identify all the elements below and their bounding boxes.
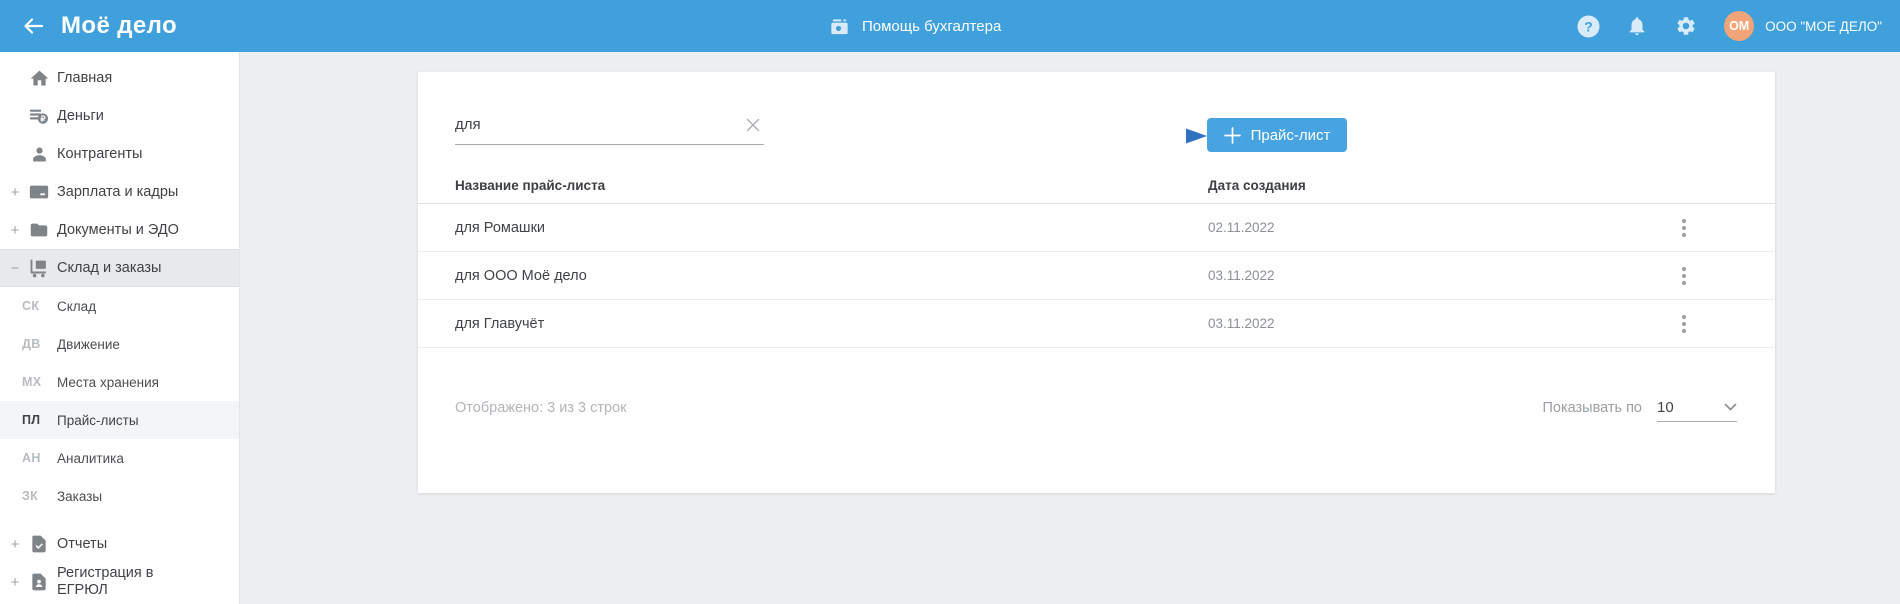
sidebar-item-documents[interactable]: + Документы и ЭДО	[0, 211, 239, 249]
collapse-minus-icon[interactable]: −	[7, 260, 23, 277]
sidebar-subitem-orders[interactable]: ЗК Заказы	[0, 477, 239, 515]
cashbox-icon	[828, 15, 851, 38]
per-page-label: Показывать по	[1542, 400, 1642, 416]
svg-text:₽: ₽	[40, 115, 45, 124]
expand-plus-icon[interactable]: +	[7, 536, 23, 553]
header-right: ? ОМ ООО "МОЕ ДЕЛО"	[1576, 0, 1882, 52]
table-body: для Ромашки 02.11.2022 для ООО Моё дело …	[418, 204, 1775, 348]
per-page-control: Показывать по 10	[1542, 395, 1737, 422]
sidebar-subitem-mesta[interactable]: МХ Места хранения	[0, 363, 239, 401]
sidebar-item-warehouse[interactable]: − Склад и заказы	[0, 249, 239, 287]
column-date-header: Дата создания	[1208, 177, 1306, 193]
registration-icon	[27, 570, 51, 594]
row-actions-menu-icon[interactable]	[1675, 217, 1693, 239]
salary-icon	[27, 180, 51, 204]
company-name[interactable]: ООО "МОЕ ДЕЛО"	[1765, 19, 1882, 34]
column-name-header: Название прайс-листа	[455, 177, 606, 193]
sidebar: Главная ₽ Деньги Контрагенты + Зарплата …	[0, 52, 240, 604]
expand-plus-icon[interactable]: +	[7, 574, 23, 591]
add-pricelist-button[interactable]: Прайс-лист	[1207, 118, 1347, 152]
sidebar-item-registration[interactable]: + Регистрация в ЕГРЮЛ	[0, 563, 239, 601]
avatar[interactable]: ОМ	[1724, 11, 1755, 41]
pricelist-name: для ООО Моё дело	[455, 267, 587, 284]
sidebar-item-contractors[interactable]: Контрагенты	[0, 135, 239, 173]
svg-text:?: ?	[1584, 18, 1593, 34]
sidebar-item-main[interactable]: Главная	[0, 59, 239, 97]
top-bar: Моё дело Помощь бухгалтера ? ОМ ООО "МОЕ…	[0, 0, 1900, 52]
table-header: Название прайс-листа Дата создания	[418, 167, 1775, 204]
annotation-arrow	[1060, 128, 1207, 144]
money-icon: ₽	[27, 104, 51, 128]
warehouse-icon	[27, 256, 51, 280]
table-row[interactable]: для Главучёт 03.11.2022	[418, 300, 1775, 348]
pricelist-name: для Главучёт	[455, 315, 545, 332]
contractors-icon	[27, 142, 51, 166]
search-input[interactable]	[455, 105, 730, 143]
sidebar-subitem-dvizhenie[interactable]: ДВ Движение	[0, 325, 239, 363]
expand-plus-icon[interactable]: +	[7, 184, 23, 201]
sidebar-item-reports[interactable]: + Отчеты	[0, 525, 239, 563]
pricelist-name: для Ромашки	[455, 219, 546, 236]
help-center-link[interactable]: Помощь бухгалтера	[828, 0, 1001, 52]
home-icon	[27, 66, 51, 90]
plus-icon	[1223, 126, 1241, 144]
sidebar-item-money[interactable]: ₽ Деньги	[0, 97, 239, 135]
pricelist-date: 02.11.2022	[1208, 220, 1275, 235]
per-page-value: 10	[1657, 399, 1674, 416]
search-box	[455, 105, 764, 145]
add-pricelist-label: Прайс-лист	[1250, 126, 1331, 144]
sidebar-item-salary[interactable]: + Зарплата и кадры	[0, 173, 239, 211]
table-row[interactable]: для Ромашки 02.11.2022	[418, 204, 1775, 252]
help-center-label: Помощь бухгалтера	[862, 17, 1002, 35]
header-left: Моё дело	[20, 0, 177, 52]
pricelist-date: 03.11.2022	[1208, 316, 1275, 331]
row-actions-menu-icon[interactable]	[1675, 265, 1693, 287]
per-page-select[interactable]: 10	[1657, 395, 1737, 422]
sidebar-subitem-pricelists[interactable]: ПЛ Прайс-листы	[0, 401, 239, 439]
pricelist-date: 03.11.2022	[1208, 268, 1275, 283]
bell-icon[interactable]	[1625, 14, 1649, 38]
sidebar-subitem-analytics[interactable]: АН Аналитика	[0, 439, 239, 477]
chevron-down-icon	[1724, 403, 1737, 412]
table-footer: Отображено: 3 из 3 строк Показывать по 1…	[455, 390, 1737, 426]
pricelists-card: Прайс-лист Название прайс-листа Дата соз…	[418, 72, 1775, 493]
sidebar-subitem-sklad[interactable]: СК Склад	[0, 287, 239, 325]
clear-search-icon[interactable]	[744, 116, 762, 134]
table-row[interactable]: для ООО Моё дело 03.11.2022	[418, 252, 1775, 300]
expand-plus-icon[interactable]: +	[7, 222, 23, 239]
rows-shown-status: Отображено: 3 из 3 строк	[455, 400, 627, 416]
documents-icon	[27, 218, 51, 242]
row-actions-menu-icon[interactable]	[1675, 313, 1693, 335]
gear-icon[interactable]	[1674, 14, 1698, 38]
reports-icon	[27, 532, 51, 556]
back-arrow-icon[interactable]	[20, 13, 46, 39]
app-logo[interactable]: Моё дело	[61, 12, 177, 40]
help-icon[interactable]: ?	[1576, 14, 1600, 38]
